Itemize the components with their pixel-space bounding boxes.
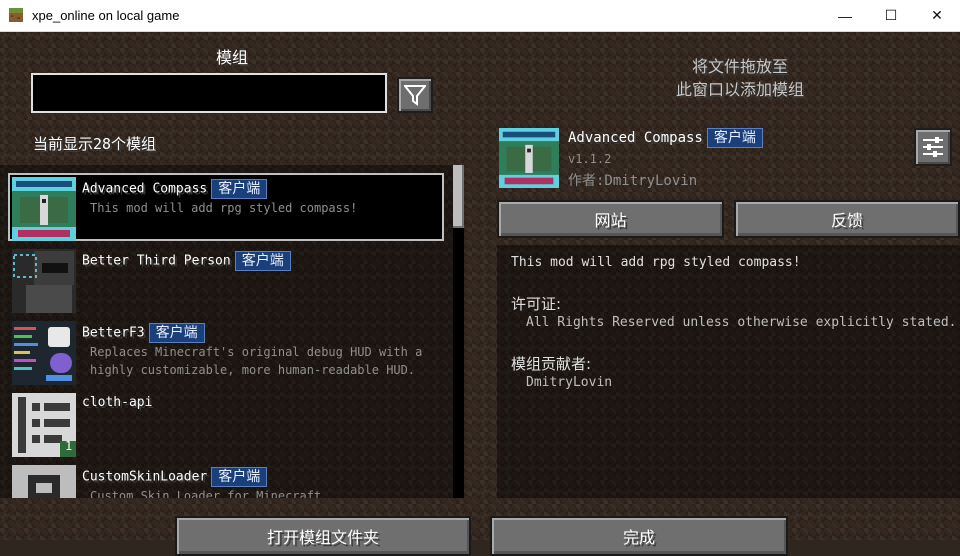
feedback-button[interactable]: 反馈 <box>734 200 960 238</box>
mod-name-label: cloth-api <box>82 395 152 410</box>
detail-author: 作者:DmitryLovin <box>568 173 698 189</box>
settings-sliders-icon <box>923 137 943 157</box>
contributors-value: DmitryLovin <box>526 375 613 390</box>
mod-name-label: CustomSkinLoader 客户端 <box>82 467 268 487</box>
mod-entry-cloth-api[interactable]: 1 cloth-api <box>8 389 444 457</box>
better-third-person-mod-icon <box>12 249 76 313</box>
betterf3-mod-icon <box>12 321 76 385</box>
detail-mod-name: Advanced Compass 客户端 <box>568 128 763 148</box>
filter-button[interactable] <box>397 77 433 113</box>
mod-config-button[interactable] <box>914 128 952 166</box>
search-input[interactable] <box>31 73 387 113</box>
detail-description: This mod will add rpg styled compass! <box>511 255 801 270</box>
client-side-badge: 客户端 <box>211 467 268 487</box>
done-button[interactable]: 完成 <box>490 516 788 556</box>
maximize-button[interactable]: ☐ <box>868 0 914 31</box>
mod-name-label: Advanced Compass 客户端 <box>82 179 268 199</box>
mod-name-text: CustomSkinLoader <box>82 469 208 485</box>
mod-name-text: Better Third Person <box>82 253 231 269</box>
open-mods-folder-button[interactable]: 打开模组文件夹 <box>175 516 471 556</box>
mod-icon-count: 1 <box>65 439 73 453</box>
customskinloader-mod-icon <box>12 465 76 498</box>
website-button[interactable]: 网站 <box>497 200 724 238</box>
window-title: xpe_online on local game <box>32 8 180 23</box>
window-title-bar: xpe_online on local game — ☐ ✕ <box>0 0 960 32</box>
mod-name-text: cloth-api <box>82 395 153 410</box>
mod-list[interactable]: Advanced Compass 客户端 This mod will add rp… <box>0 165 464 498</box>
client-side-badge: 客户端 <box>706 128 763 148</box>
filter-funnel-icon <box>404 85 426 106</box>
contributors-label: 模组贡献者: <box>511 355 592 373</box>
advanced-compass-mod-icon <box>12 177 76 241</box>
mod-count-label: 当前显示28个模组 <box>33 135 157 153</box>
license-label: 许可证: <box>511 295 562 313</box>
mod-entry-advanced-compass[interactable]: Advanced Compass 客户端 This mod will add rp… <box>8 173 444 241</box>
client-side-badge: 客户端 <box>148 323 205 343</box>
advanced-compass-detail-icon <box>499 128 559 188</box>
drop-hint-line-1: 将文件拖放至 <box>691 57 788 76</box>
detail-mod-name-text: Advanced Compass <box>568 130 703 146</box>
license-value: All Rights Reserved unless otherwise exp… <box>526 315 957 330</box>
mod-entry-better-third-person[interactable]: Better Third Person 客户端 <box>8 245 444 313</box>
drop-hint-line-2: 此窗口以添加模组 <box>675 80 804 99</box>
mod-list-scrollbar-thumb[interactable] <box>453 165 464 228</box>
minecraft-grass-block-icon <box>9 8 23 22</box>
mod-entry-customskinloader[interactable]: CustomSkinLoader 客户端 Custom Skin Loader f… <box>8 461 444 498</box>
client-side-badge: 客户端 <box>234 251 291 271</box>
drop-files-hint: 将文件拖放至 此窗口以添加模组 <box>640 55 840 101</box>
mod-description: Replaces Minecraft's original debug HUD … <box>90 345 423 377</box>
client-side-badge: 客户端 <box>211 179 268 199</box>
close-button[interactable]: ✕ <box>914 0 960 31</box>
mod-name-label: BetterF3 客户端 <box>82 323 205 343</box>
mod-name-text: BetterF3 <box>82 325 145 341</box>
mods-heading: 模组 <box>215 48 248 67</box>
mod-description: This mod will add rpg styled compass! <box>90 201 358 215</box>
minimize-button[interactable]: — <box>822 0 868 31</box>
mod-name-label: Better Third Person 客户端 <box>82 251 291 271</box>
mod-description: Custom Skin Loader for Minecraft <box>90 489 322 498</box>
detail-version: v1.1.2 <box>568 152 612 166</box>
mod-entry-betterf3[interactable]: BetterF3 客户端 Replaces Minecraft's origina… <box>8 317 444 385</box>
mod-name-text: Advanced Compass <box>82 181 208 197</box>
